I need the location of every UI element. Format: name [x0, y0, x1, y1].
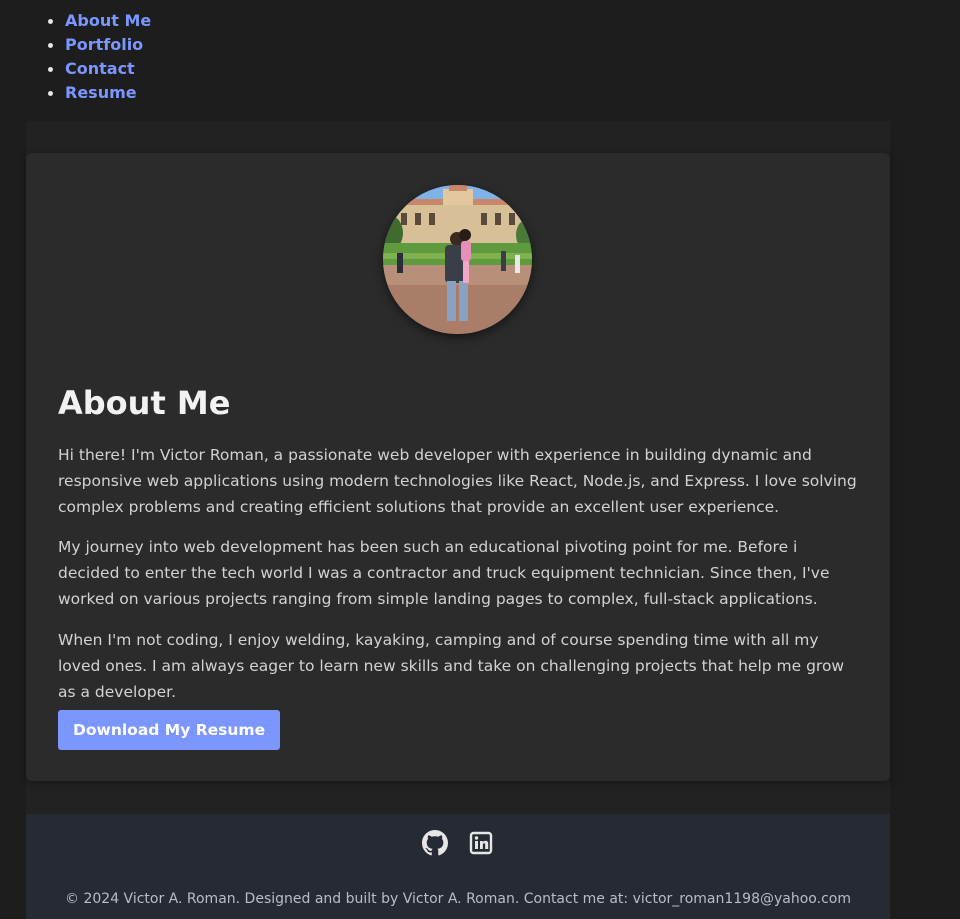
profile-photo-image	[383, 185, 532, 334]
nav-link-contact[interactable]: Contact	[65, 59, 135, 78]
about-paragraph-hobbies: When I'm not coding, I enjoy welding, ka…	[58, 631, 845, 701]
bullet-icon	[48, 43, 53, 48]
nav-link-portfolio[interactable]: Portfolio	[65, 35, 143, 54]
nav-item-contact: Contact	[47, 57, 151, 81]
profile-photo	[383, 185, 532, 334]
about-card: About Me Hi there! I'm Victor Roman, a p…	[26, 153, 890, 781]
nav-link-about-me[interactable]: About Me	[65, 11, 151, 30]
download-resume-button[interactable]: Download My Resume	[58, 710, 281, 750]
about-paragraph-intro: Hi there! I'm Victor Roman, a passionate…	[58, 446, 857, 516]
bullet-icon	[48, 67, 53, 72]
footer: © 2024 Victor A. Roman. Designed and bui…	[26, 814, 890, 919]
page-title: About Me	[58, 384, 231, 422]
nav-item-about: About Me	[47, 9, 151, 33]
linkedin-link[interactable]	[468, 830, 494, 856]
nav-link-resume[interactable]: Resume	[65, 83, 137, 102]
bullet-icon	[48, 91, 53, 96]
nav-item-resume: Resume	[47, 81, 151, 105]
social-links	[26, 830, 890, 856]
github-link[interactable]	[422, 830, 448, 856]
main-section: About Me Hi there! I'm Victor Roman, a p…	[26, 121, 890, 814]
linkedin-icon	[469, 831, 493, 855]
github-icon	[422, 830, 448, 856]
bullet-icon	[48, 19, 53, 24]
nav-item-portfolio: Portfolio	[47, 33, 151, 57]
copyright-text: © 2024 Victor A. Roman. Designed and bui…	[65, 891, 851, 907]
nav-list: About Me Portfolio Contact Resume	[47, 9, 151, 105]
about-paragraph-journey: My journey into web development has been…	[58, 538, 830, 608]
